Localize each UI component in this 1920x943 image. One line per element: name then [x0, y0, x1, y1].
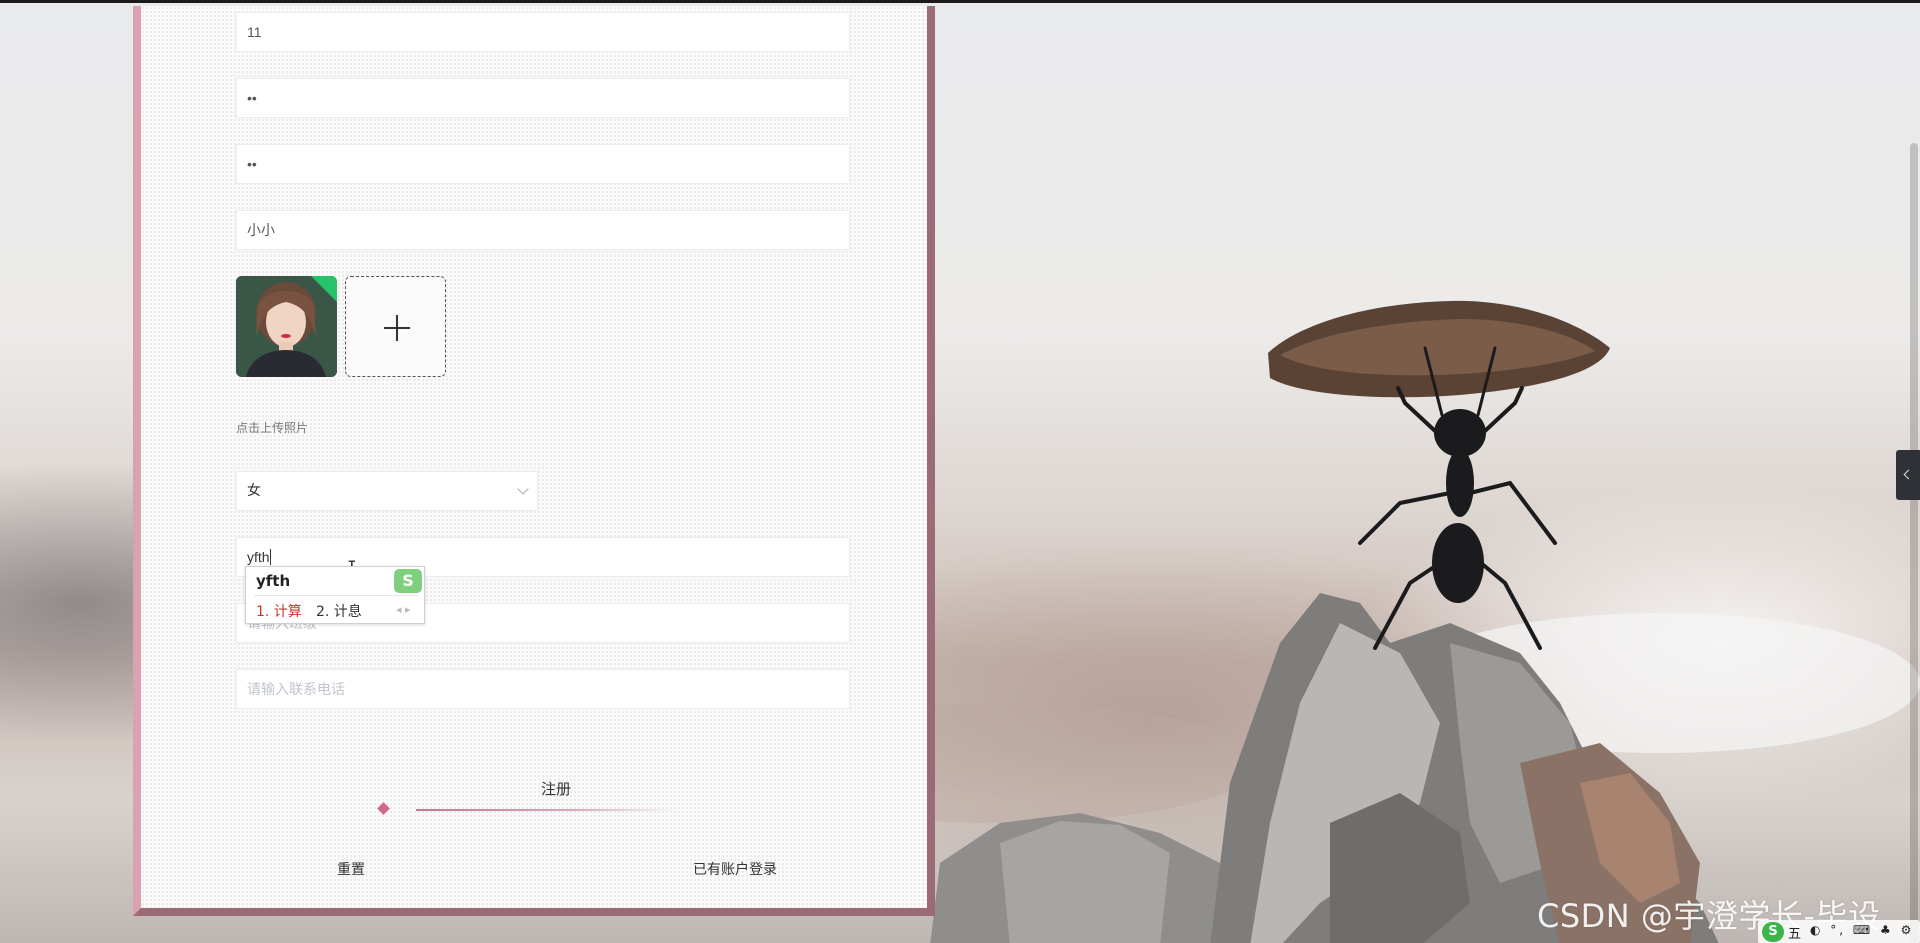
ime-page-arrows-icon[interactable]: ◂ ▸ — [396, 603, 411, 616]
page-background: 11 •• •• 小小 点击上传照片 女 yfth 请输入联系电话 yfth S… — [0, 0, 1920, 943]
upload-photo-hint: 点击上传照片 — [236, 421, 309, 435]
page-scrollbar[interactable] — [1910, 143, 1918, 943]
chevron-down-icon — [517, 483, 529, 495]
ime-candidate-1[interactable]: 1. 计算 — [256, 601, 302, 621]
ime-status-bar[interactable]: S 五 ◐ °, ⌨ ♣ ⚙ — [1758, 920, 1920, 943]
register-form-panel: 11 •• •• 小小 点击上传照片 女 yfth 请输入联系电话 yfth S… — [133, 6, 935, 916]
text-caret — [269, 549, 271, 565]
chevron-left-icon — [1903, 469, 1914, 480]
reset-button[interactable]: 重置 — [321, 859, 381, 879]
ime-candidate-popup: yfth S 1. 计算 2. 计息 ◂ ▸ — [245, 566, 425, 624]
side-drawer-toggle[interactable] — [1896, 450, 1920, 500]
sogou-logo-icon: S — [394, 569, 422, 593]
gender-select[interactable]: 女 — [236, 471, 538, 511]
class-input-value: yfth — [247, 549, 270, 565]
sogou-logo-icon: S — [1762, 922, 1784, 942]
existing-account-login-link[interactable]: 已有账户登录 — [675, 859, 795, 879]
decorative-underline — [416, 809, 676, 811]
diamond-decoration-icon — [377, 802, 390, 815]
ime-composition-text: yfth — [256, 572, 291, 590]
confirm-password-input[interactable]: •• — [236, 144, 850, 184]
ime-candidate-2[interactable]: 2. 计息 — [316, 601, 362, 621]
register-button[interactable]: 注册 — [521, 778, 591, 799]
ime-mode-indicator[interactable]: 五 — [1788, 923, 1801, 942]
phone-input[interactable]: 请输入联系电话 — [236, 669, 850, 709]
uploaded-photo-thumbnail[interactable] — [236, 276, 337, 377]
gender-selected-value: 女 — [247, 483, 261, 499]
name-input[interactable]: 小小 — [236, 210, 850, 250]
account-input[interactable]: 11 — [236, 12, 850, 52]
photo-upload-button[interactable] — [345, 276, 446, 377]
password-input[interactable]: •• — [236, 78, 850, 118]
ime-toolbar-icons[interactable]: ◐ °, ⌨ ♣ ⚙ — [1810, 923, 1914, 937]
